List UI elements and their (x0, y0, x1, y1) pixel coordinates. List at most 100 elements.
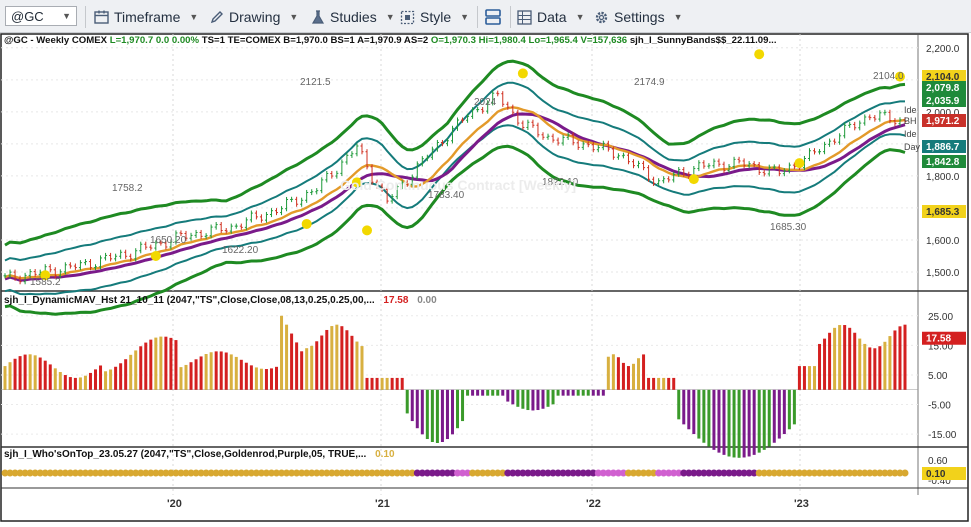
hist-bar (591, 389, 595, 396)
hist-bar (687, 389, 691, 430)
hist-bar (486, 389, 490, 396)
price-axis-tick: 1,500.0 (926, 268, 960, 279)
hist-bar (380, 377, 384, 390)
layout-button[interactable] (484, 7, 502, 27)
hist-bar (717, 389, 721, 453)
time-axis-label: '22 (586, 498, 601, 510)
price-tag-label: 1,842.8 (926, 157, 960, 168)
swing-marker (794, 158, 805, 169)
swing-marker (688, 174, 699, 185)
indicator1-value-zero: 0.00 (417, 295, 437, 306)
hist-bar (194, 359, 198, 390)
chart-area[interactable]: 2121.5 2174.9 2104.0 1783.40 1822.10 1622.20 1… (0, 33, 971, 522)
data-label: Data (537, 9, 567, 25)
hist-bar (516, 389, 520, 407)
swing-annotation: 1650.20 (150, 235, 187, 246)
pencil-icon (210, 11, 223, 24)
hist-bar (264, 369, 268, 390)
hist-bar (445, 389, 449, 440)
style-button[interactable]: Style ▼ (400, 7, 469, 27)
hist-bar (496, 389, 500, 396)
studies-button[interactable]: Studies ▼ (311, 7, 395, 27)
hist-bar (390, 377, 394, 390)
hist-bar (838, 325, 842, 390)
side-label: Day (904, 142, 921, 152)
timeframe-button[interactable]: Timeframe ▼ (94, 7, 198, 27)
hist-bar (893, 330, 897, 390)
symbol-input[interactable]: @GC ▼ (5, 6, 77, 26)
hist-bar (325, 329, 329, 390)
hist-axis-tick: -15.00 (928, 430, 957, 441)
header-study: sjh_I_SunnyBands$$_22.11.09... (629, 35, 777, 46)
hist-bar (405, 389, 409, 414)
style-label: Style (420, 9, 452, 25)
hist-bar (762, 389, 766, 450)
hist-bar (420, 389, 424, 435)
hist-bar (481, 389, 485, 396)
hist-bar (707, 389, 711, 447)
price-tag-label: 1,685.3 (926, 207, 960, 218)
side-label: Ide (904, 105, 917, 115)
hist-bar (456, 389, 460, 429)
chevron-down-icon: ▼ (460, 12, 470, 22)
hist-bar (541, 389, 545, 409)
hist-bar (742, 389, 746, 458)
hist-bar (169, 337, 173, 390)
indicator1-header: sjh_I_DynamicMAV_Hst 21_10_11 (2047,"TS"… (4, 295, 437, 306)
hist-bar (692, 389, 696, 435)
hist-bar (647, 377, 651, 390)
dots-tag-label: 0.10 (926, 469, 946, 480)
hist-bar (259, 368, 263, 390)
data-grid-icon (517, 9, 532, 25)
hist-tag-label: 17.58 (926, 334, 951, 345)
indicator1-value: 17.58 (383, 295, 409, 306)
hist-bar (320, 335, 324, 390)
timeframe-label: Timeframe (114, 9, 181, 25)
hist-bar (99, 365, 103, 390)
hist-bar (174, 340, 178, 390)
hist-bar (38, 357, 42, 390)
hist-bar (611, 354, 615, 390)
settings-button[interactable]: Settings ▼ (594, 7, 683, 27)
hist-bar (425, 389, 429, 440)
hist-bar (280, 315, 284, 390)
swing-annotation: 1585.2 (30, 277, 61, 288)
hist-bar (571, 389, 575, 396)
hist-bar (732, 389, 736, 458)
drawing-button[interactable]: Drawing ▼ (210, 7, 298, 27)
hist-bar (853, 332, 857, 390)
hist-bar (370, 377, 374, 390)
hist-bar (204, 354, 208, 390)
hist-bar (868, 347, 872, 390)
gear-icon (595, 11, 608, 23)
hist-bar (415, 389, 419, 429)
hist-bar (652, 377, 656, 390)
price-tag-label: 1,971.2 (926, 116, 960, 127)
hist-bar (179, 367, 183, 390)
hist-bar (511, 389, 515, 405)
price-tag-label: 2,035.9 (926, 96, 960, 107)
hist-bar (144, 342, 148, 390)
hist-bar (229, 354, 233, 390)
hist-bar (330, 326, 334, 390)
hist-bar (400, 377, 404, 390)
hist-bar (802, 366, 806, 390)
hist-bar (154, 337, 158, 390)
hist-bar (833, 327, 837, 390)
hist-bar (440, 389, 444, 442)
hist-bar (616, 357, 620, 390)
hist-bar (350, 335, 354, 390)
price-panel-header: @GC - Weekly COMEX L=1,970.7 0.0 0.00% T… (4, 35, 776, 46)
hist-bar (697, 389, 701, 439)
chevron-down-icon[interactable]: ▼ (62, 11, 71, 21)
swing-annotation: 1622.20 (222, 245, 259, 256)
hist-bar (430, 389, 434, 442)
data-button[interactable]: Data ▼ (517, 7, 585, 27)
hist-bar (631, 363, 635, 390)
hist-bar (737, 389, 741, 458)
hist-bar (672, 377, 676, 390)
hist-bar (883, 341, 887, 390)
indicator2-header: sjh_I_Who'sOnTop_23.05.27 (2047,"TS",Clo… (4, 449, 395, 460)
chevron-down-icon: ▼ (575, 12, 585, 22)
hist-axis-tick: 25.00 (928, 312, 953, 323)
